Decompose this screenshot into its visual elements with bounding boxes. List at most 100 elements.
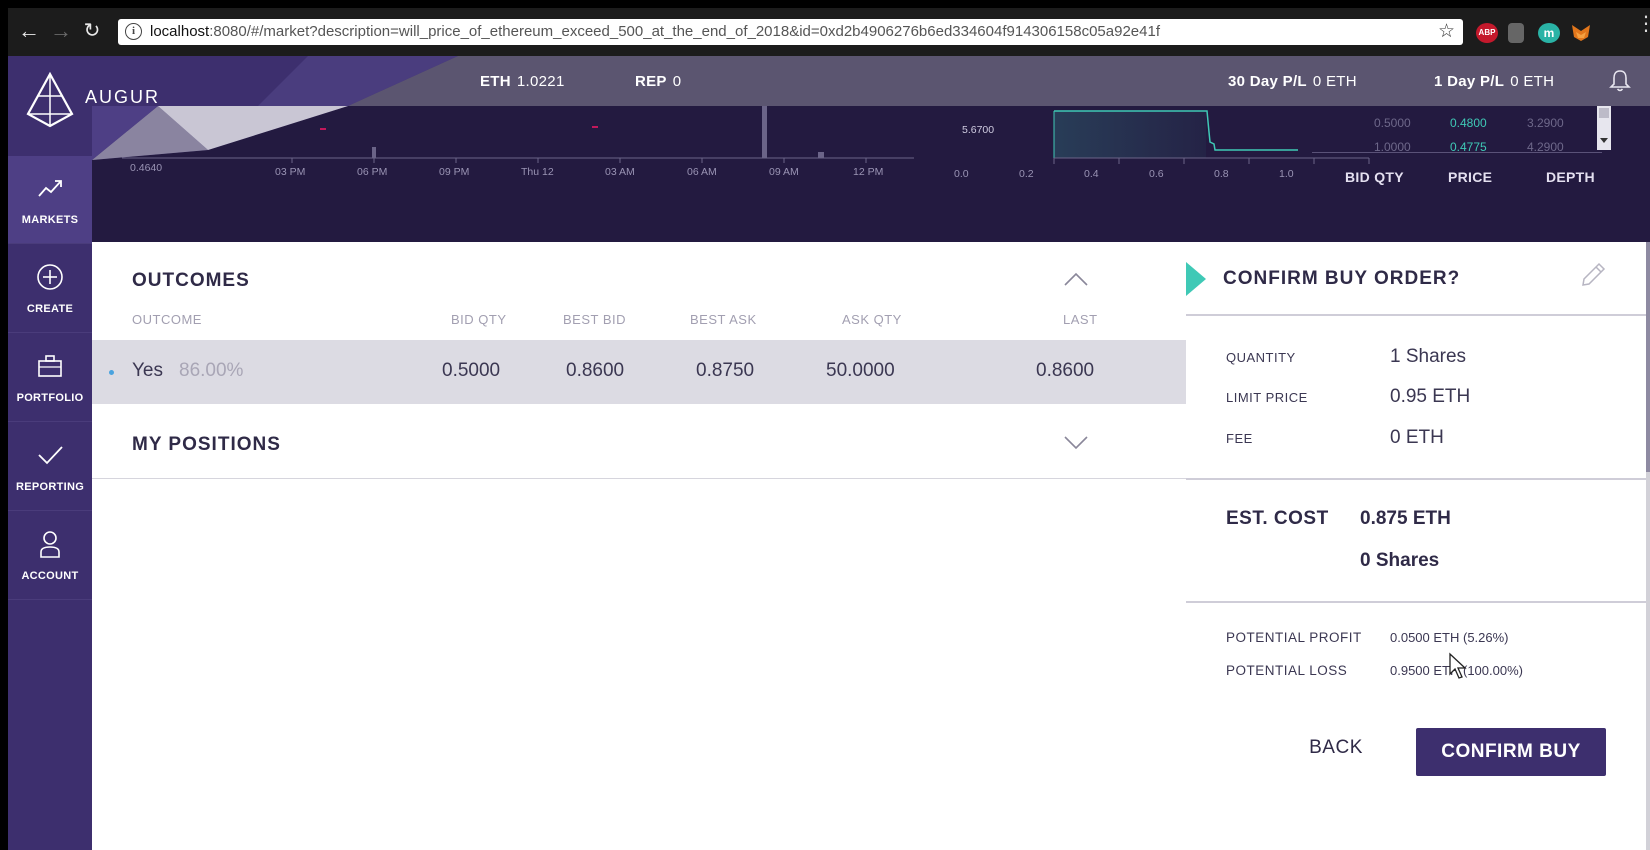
ob-price[interactable]: 0.4800 [1450, 116, 1487, 130]
outcome-best-bid[interactable]: 0.8600 [566, 360, 624, 382]
screen: ← → ↻ i localhost:8080/#/market?descript… [0, 0, 1650, 850]
abp-icon[interactable]: ABP [1476, 23, 1498, 43]
mouse-cursor-icon [1449, 652, 1467, 679]
outcome-best-ask[interactable]: 0.8750 [696, 360, 754, 382]
chevron-down-icon[interactable] [1064, 436, 1088, 450]
ob-divider [1312, 152, 1602, 153]
triangle-marker-icon [1186, 262, 1206, 296]
metamask-fox-icon[interactable] [1570, 23, 1592, 43]
grey-extension-icon[interactable] [1508, 23, 1524, 43]
depth-x-tick: 0.4 [1084, 168, 1099, 180]
pencil-icon[interactable] [1578, 260, 1608, 290]
est-cost-shares: 0 Shares [1360, 550, 1440, 571]
browser-toolbar: ← → ↻ i localhost:8080/#/market?descript… [8, 8, 1650, 56]
panel-divider [1186, 478, 1646, 480]
confirm-order-panel: CONFIRM BUY ORDER? QUANTITY 1 Shares LIM… [1186, 242, 1646, 850]
depth-x-tick: 0.8 [1214, 168, 1229, 180]
ob-head-price: PRICE [1448, 169, 1493, 185]
order-book: 0.5000 0.4800 3.2900 1.0000 0.4775 4.290… [1312, 106, 1650, 242]
panel-divider [1186, 601, 1646, 603]
back-arrow-icon[interactable]: ← [16, 18, 42, 44]
m-extension-icon[interactable]: m [1538, 23, 1560, 43]
bookmark-star-icon[interactable]: ☆ [1438, 20, 1455, 43]
url-host: localhost [150, 23, 210, 40]
brand-name: AUGUR [85, 87, 161, 107]
outcomes-title: OUTCOMES [132, 270, 250, 291]
sidebar-item-portfolio[interactable]: PORTFOLIO [8, 334, 92, 422]
rep-balance: REP 0 [635, 73, 681, 90]
confirm-buy-button[interactable]: CONFIRM BUY [1416, 728, 1606, 776]
url-text: localhost:8080/#/market?description=will… [150, 23, 1160, 40]
ob-scrollbar[interactable] [1597, 106, 1611, 150]
confirm-title: CONFIRM BUY ORDER? [1223, 268, 1461, 289]
sidebar-item-account[interactable]: ACCOUNT [8, 512, 92, 600]
reload-icon[interactable]: ↻ [79, 18, 105, 44]
outcome-ask-qty[interactable]: 50.0000 [826, 360, 895, 382]
sidebar-item-create[interactable]: CREATE [8, 245, 92, 333]
forward-arrow-icon[interactable]: → [48, 18, 74, 44]
eth-label: ETH [480, 73, 511, 90]
ob-qty: 0.5000 [1374, 116, 1411, 130]
bell-icon[interactable] [1608, 68, 1632, 94]
address-bar[interactable]: i localhost:8080/#/market?description=wi… [118, 19, 1463, 45]
scroll-thumb[interactable] [1646, 242, 1650, 472]
depth-marker-label: 5.6700 [962, 124, 995, 136]
user-icon [40, 531, 60, 558]
briefcase-icon [38, 355, 62, 377]
col-ask-qty: ASK QTY [842, 312, 902, 327]
col-outcome: OUTCOME [132, 312, 202, 327]
chevron-up-icon[interactable] [1064, 272, 1088, 286]
checkmark-icon [38, 446, 63, 465]
back-button[interactable]: BACK [1286, 730, 1386, 766]
pl1-value: 0 ETH [1510, 73, 1555, 90]
sidebar-item-markets[interactable]: MARKETS [8, 156, 92, 244]
col-best-bid: BEST BID [563, 312, 627, 327]
sidebar-item-reporting[interactable]: REPORTING [8, 423, 92, 511]
price-x-tick: 09 PM [439, 166, 470, 178]
outcome-bid-qty[interactable]: 0.5000 [442, 360, 500, 382]
price-x-tick: 12 PM [853, 166, 884, 178]
pl-30-day: 30 Day P/L 0 ETH [1228, 73, 1357, 90]
depth-x-tick: 1.0 [1279, 168, 1294, 180]
pl-1-day: 1 Day P/L 0 ETH [1434, 73, 1554, 90]
browser-menu-icon[interactable]: ⋮ [1636, 14, 1650, 34]
price-x-tick: 06 PM [357, 166, 388, 178]
pl1-label: 1 Day P/L [1434, 73, 1505, 90]
pl30-value: 0 ETH [1312, 73, 1357, 90]
outcome-percent: 86.00% [179, 360, 244, 381]
sidebar-label: PORTFOLIO [16, 392, 84, 404]
potential-profit-value: 0.0500 ETH (5.26%) [1390, 630, 1509, 645]
price-y-label: 0.4640 [130, 162, 163, 174]
price-x-tick: 03 AM [605, 166, 635, 178]
info-icon[interactable]: i [125, 23, 142, 40]
price-x-tick: 03 PM [275, 166, 306, 178]
col-bid-qty: BID QTY [451, 312, 507, 327]
col-last: LAST [1063, 312, 1098, 327]
page-scrollbar[interactable] [1646, 242, 1650, 850]
potential-loss-label: POTENTIAL LOSS [1226, 663, 1348, 678]
plus-circle-icon [37, 264, 63, 290]
price-x-tick: 06 AM [687, 166, 717, 178]
potential-profit-label: POTENTIAL PROFIT [1226, 630, 1362, 645]
my-positions-title[interactable]: MY POSITIONS [132, 434, 281, 456]
pl30-label: 30 Day P/L [1228, 73, 1307, 90]
trend-icon [38, 180, 62, 197]
limit-price-value: 0.95 ETH [1390, 386, 1471, 407]
scroll-down-icon[interactable] [1600, 138, 1608, 143]
sidebar-label: MARKETS [21, 214, 79, 226]
ob-head-qty: BID QTY [1345, 169, 1404, 185]
bullet-icon [109, 370, 114, 375]
depth-x-tick: 0.2 [1019, 168, 1034, 180]
limit-price-label: LIMIT PRICE [1226, 390, 1308, 405]
outcome-last: 0.8600 [1036, 360, 1095, 381]
rep-value: 0 [672, 73, 682, 90]
price-x-tick: Thu 12 [521, 166, 554, 178]
depth-x-tick: 0.0 [954, 168, 969, 180]
logo-panel[interactable]: AUGUR [8, 56, 458, 160]
rep-label: REP [635, 73, 667, 90]
panel-divider [1186, 314, 1646, 316]
ob-depth: 3.2900 [1527, 116, 1564, 130]
outcome-row[interactable]: Yes 86.00% 0.5000 0.8600 0.8750 50.0000 … [92, 340, 1186, 404]
outcome-name: Yes [132, 360, 163, 381]
quantity-label: QUANTITY [1226, 350, 1296, 365]
